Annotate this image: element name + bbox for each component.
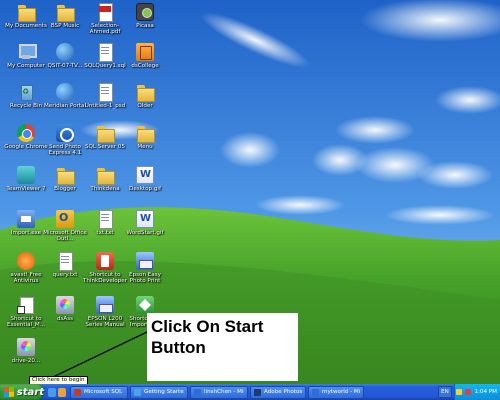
taskbar-button[interactable]: Getting Started - ... [130, 385, 188, 399]
desktop-icon[interactable]: WordStart.gif [122, 210, 168, 250]
system-tray: 1:04 PM [454, 384, 500, 400]
word-icon [136, 166, 154, 184]
windows-logo-icon [4, 386, 14, 398]
dvd-icon [17, 338, 35, 356]
taskbar-button-label: Adobe Photoshop [264, 389, 302, 395]
taskbar-button-label: linshChen - Micr... [204, 389, 244, 395]
quick-launch [44, 387, 70, 397]
epson-icon [96, 296, 114, 314]
taskbar-buttons: Microsoft SQL Se... Getting Started - ...… [70, 385, 438, 399]
desktop-icon[interactable]: Older [122, 83, 168, 123]
taskbar-app-icon [254, 388, 261, 396]
folder-icon [136, 124, 155, 143]
desktop-icon[interactable]: Epson Easy Photo Print [122, 252, 168, 292]
word-icon [136, 210, 154, 228]
taskbar-app-icon [74, 388, 81, 396]
desktop-icon-label: drive-20... [11, 358, 41, 364]
start-button-label: start [16, 386, 44, 398]
document-icon [56, 252, 74, 271]
folder-icon [136, 83, 155, 102]
folder-icon [96, 166, 115, 185]
computer-icon [17, 43, 37, 61]
globe-icon [56, 83, 74, 101]
taskbar-app-icon [312, 388, 319, 396]
taskbar: start Microsoft SQL Se... Getting Started… [0, 384, 500, 400]
camera-icon [136, 3, 154, 21]
green-app-icon [136, 296, 154, 314]
desktop-icon-label: WordStart.gif [126, 230, 164, 236]
folder-icon [56, 166, 75, 185]
taskbar-button-label: Getting Started - ... [144, 389, 184, 395]
avast-icon [17, 252, 35, 270]
taskbar-button-label: mytworld - Micro... [322, 389, 360, 395]
red-app-icon [96, 252, 114, 270]
callout-text: Click On Start Button [151, 317, 264, 357]
shortcut-icon [17, 296, 35, 314]
document-icon [96, 83, 114, 102]
globe-icon [56, 43, 74, 61]
import-icon [17, 210, 35, 228]
start-button[interactable]: start [0, 384, 44, 400]
tray-security-icon[interactable] [465, 389, 472, 395]
desktop-icon[interactable]: drive-20... [3, 338, 49, 378]
desktop-icon[interactable]: Menu [122, 124, 168, 164]
taskbar-app-icon [134, 388, 141, 396]
taskbar-button-label: Microsoft SQL Se... [84, 389, 124, 395]
desktop-icon[interactable]: dsCollege [122, 43, 168, 83]
desktop-icon-label: Epson Easy Photo Print [129, 272, 161, 285]
folder-icon [96, 124, 115, 143]
pdf-icon [96, 3, 114, 22]
desktop-icon[interactable]: Desktop.gif [122, 166, 168, 206]
taskbar-button[interactable]: Adobe Photoshop [250, 385, 306, 399]
desktop-icon-label: Older [137, 103, 153, 109]
dvd-icon [56, 296, 74, 314]
folder-icon [56, 3, 75, 22]
outlook-icon [56, 210, 74, 228]
show-desktop-icon[interactable] [48, 387, 56, 397]
instruction-callout: Click On Start Button [147, 313, 298, 381]
teal-app-icon [17, 166, 35, 184]
desktop-icon[interactable]: Picasa [122, 3, 168, 43]
recycle-bin-icon [17, 83, 35, 101]
tray-app-icon[interactable] [456, 389, 463, 395]
desktop-icon-label: Picasa [136, 23, 154, 29]
taskbar-button[interactable]: Microsoft SQL Se... [70, 385, 128, 399]
taskbar-button[interactable]: linshChen - Micr... [190, 385, 248, 399]
epson-icon [136, 252, 154, 270]
document-icon [96, 210, 114, 229]
blue-app-icon [56, 124, 74, 142]
browser-launch-icon[interactable] [58, 387, 66, 397]
chrome-icon [17, 124, 35, 142]
taskbar-button[interactable]: mytworld - Micro... [308, 385, 364, 399]
folder-icon [17, 3, 36, 22]
document-icon [96, 43, 114, 62]
taskbar-app-icon [194, 388, 201, 396]
desktop-icon-label: Desktop.gif [129, 186, 161, 192]
desktop-icon-label: Menu [137, 144, 153, 150]
orange-app-icon [136, 43, 154, 61]
desktop-icon-label: dsCollege [131, 63, 159, 69]
clock[interactable]: 1:04 PM [474, 389, 497, 395]
language-indicator[interactable]: EN [438, 386, 452, 398]
